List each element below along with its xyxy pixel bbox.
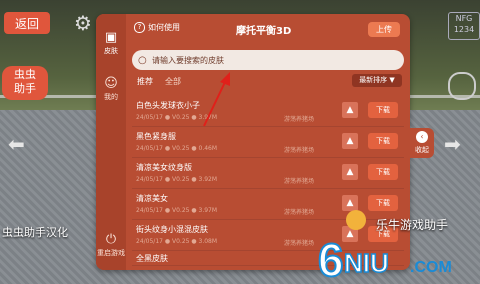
item-name: 清凉美女 <box>136 194 168 203</box>
back-button[interactable]: 返回 <box>4 12 50 34</box>
svg-text:6: 6 <box>318 234 344 284</box>
left-arrow-icon[interactable]: ⬅ <box>8 132 25 156</box>
item-name: 白色头发球衣小子 <box>136 101 200 110</box>
svg-text:.COM: .COM <box>410 259 452 276</box>
list-item[interactable]: 清凉美女纹身版 24/05/17 ● V0.25 ● 3.92M 游荡养猪场 ▲… <box>132 158 404 189</box>
download-button[interactable]: 下载 <box>368 133 398 149</box>
image-icon[interactable]: ▲ <box>342 133 358 149</box>
upload-button[interactable]: 上传 <box>368 22 400 37</box>
sort-dropdown[interactable]: 最新排序 ▼ <box>352 74 402 87</box>
item-name: 黑色紧身服 <box>136 132 176 141</box>
sidebar-mine-label: 我的 <box>104 93 118 101</box>
item-meta: 24/05/17 ● V0.25 ● 3.08M <box>136 238 218 245</box>
right-arrow-icon[interactable]: ➡ <box>444 132 461 156</box>
question-icon: ? <box>134 22 145 33</box>
help-label: 如何使用 <box>148 23 180 32</box>
item-author: 游荡养猪场 <box>284 178 315 185</box>
watermark-text: 乐牛游戏助手 <box>376 218 449 232</box>
assistant-label-1: 虫虫 <box>14 68 36 81</box>
list-item[interactable]: 黑色紧身服 24/05/17 ● V0.25 ● 0.46M 游荡养猪场 ▲ 下… <box>132 127 404 158</box>
assistant-badge[interactable]: 虫虫 助手 <box>2 66 48 100</box>
help-link[interactable]: ? 如何使用 <box>134 22 180 33</box>
item-name: 街头纹身小混混皮肤 <box>136 225 208 234</box>
item-name: 清凉美女纹身版 <box>136 163 192 172</box>
panel-title: 摩托平衡3D <box>236 26 292 37</box>
download-button[interactable]: 下载 <box>368 102 398 118</box>
circle-control-icon[interactable] <box>448 72 476 100</box>
list-item[interactable]: 白色头发球衣小子 24/05/17 ● V0.25 ● 3.97M 游荡养猪场 … <box>132 96 404 127</box>
search-input[interactable]: ○ 请输入要搜索的皮肤 <box>132 50 404 70</box>
item-author: 游荡养猪场 <box>284 116 315 123</box>
item-meta: 24/05/17 ● V0.25 ● 3.97M <box>136 114 218 121</box>
power-icon: ⏻ <box>105 232 117 247</box>
image-icon[interactable]: ▲ <box>342 164 358 180</box>
license-plate: NFG 1234 <box>448 12 480 40</box>
gear-icon[interactable]: ⚙ <box>72 12 94 34</box>
tab-all[interactable]: 全部 <box>165 76 181 87</box>
tab-recommend[interactable]: 推荐 <box>137 76 153 87</box>
svg-text:NIU: NIU <box>344 248 389 278</box>
chevron-left-icon: ‹ <box>416 131 428 143</box>
sidebar-skin-label: 皮肤 <box>104 47 118 55</box>
item-author: 游荡养猪场 <box>284 147 315 154</box>
item-meta: 24/05/17 ● V0.25 ● 3.97M <box>136 207 218 214</box>
assistant-label-2: 助手 <box>14 82 36 95</box>
panel-header: ? 如何使用 摩托平衡3D 上传 <box>126 14 410 44</box>
image-icon[interactable]: ▲ <box>342 102 358 118</box>
download-button[interactable]: 下载 <box>368 164 398 180</box>
sidebar-restart-label: 重启游戏 <box>97 249 125 257</box>
sidebar-item-skin[interactable]: ▣ 皮肤 <box>96 30 126 56</box>
search-icon: ○ <box>138 54 147 66</box>
bottom-caption: 虫虫助手汉化 <box>2 226 68 239</box>
item-meta: 24/05/17 ● V0.25 ● 0.46M <box>136 145 218 152</box>
sidebar-item-mine[interactable]: ☺ 我的 <box>96 76 126 102</box>
sidebar-item-restart[interactable]: ⏻ 重启游戏 <box>96 232 126 258</box>
panel-sidebar: ▣ 皮肤 ☺ 我的 ⏻ 重启游戏 <box>96 14 126 270</box>
item-name: 全黑皮肤 <box>136 254 168 263</box>
collapse-label: 收起 <box>415 146 429 154</box>
search-placeholder: 请输入要搜索的皮肤 <box>152 55 224 65</box>
tab-bar: 推荐 全部 <box>137 76 181 87</box>
item-meta: 24/05/17 ● V0.25 ● 3.92M <box>136 176 218 183</box>
collapse-button[interactable]: ‹ 收起 <box>410 128 434 158</box>
robot-icon: ☺ <box>104 76 118 91</box>
skin-icon: ▣ <box>104 30 118 45</box>
